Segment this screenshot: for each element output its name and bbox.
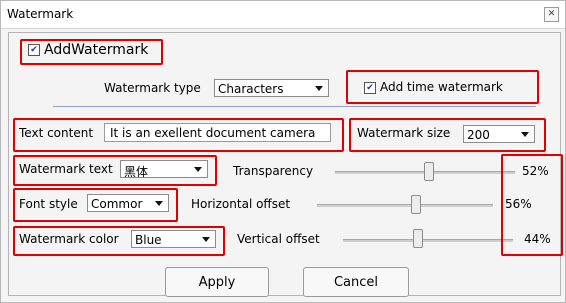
- watermark-color-select[interactable]: Blue: [131, 230, 216, 248]
- vertical-offset-label: Vertical offset: [237, 232, 320, 246]
- close-icon[interactable]: ✕: [544, 7, 559, 22]
- window-title: Watermark: [7, 7, 74, 21]
- horizontal-offset-label: Horizontal offset: [191, 197, 291, 211]
- watermark-type-select[interactable]: Characters: [214, 79, 329, 97]
- time-watermark-checkbox[interactable]: ✔: [364, 82, 376, 94]
- divider: [53, 106, 536, 107]
- horizontal-offset-thumb[interactable]: [410, 195, 421, 214]
- watermark-type-label: Watermark type: [104, 81, 201, 95]
- time-watermark-label: Add time watermark: [380, 80, 503, 94]
- watermark-text-value: 黑体: [124, 165, 149, 179]
- horizontal-offset-value: 56%: [505, 197, 532, 211]
- chevron-down-icon: [194, 167, 202, 172]
- font-style-select[interactable]: Commor: [87, 194, 169, 212]
- font-style-value: Commor: [91, 197, 143, 211]
- apply-button[interactable]: Apply: [165, 267, 269, 297]
- watermark-color-value: Blue: [135, 233, 162, 247]
- chevron-down-icon: [155, 201, 163, 206]
- watermark-dialog: Watermark ✕ ✔ AddWatermark Watermark typ…: [0, 0, 566, 303]
- watermark-color-label: Watermark color: [19, 232, 119, 246]
- transparency-thumb[interactable]: [423, 162, 434, 181]
- watermark-size-select[interactable]: 200: [463, 125, 535, 143]
- add-watermark-label: AddWatermark: [44, 42, 149, 58]
- vertical-offset-thumb[interactable]: [412, 229, 423, 248]
- chevron-down-icon: [521, 132, 529, 137]
- chevron-down-icon: [202, 237, 210, 242]
- text-content-label: Text content: [19, 126, 94, 140]
- watermark-text-label: Watermark text: [19, 162, 113, 176]
- add-watermark-checkbox[interactable]: ✔: [28, 44, 40, 56]
- watermark-size-label: Watermark size: [357, 126, 451, 140]
- transparency-value: 52%: [522, 164, 549, 178]
- title-bar: Watermark ✕: [1, 1, 565, 29]
- vertical-offset-track[interactable]: [343, 239, 513, 242]
- watermark-size-value: 200: [467, 128, 490, 142]
- cancel-button[interactable]: Cancel: [303, 267, 409, 297]
- text-content-input[interactable]: It is an exellent document camera: [104, 123, 331, 142]
- font-style-label: Font style: [19, 197, 78, 211]
- watermark-text-select[interactable]: 黑体: [120, 160, 208, 179]
- vertical-offset-value: 44%: [524, 232, 551, 246]
- watermark-type-value: Characters: [218, 82, 284, 96]
- horizontal-offset-track[interactable]: [317, 204, 493, 207]
- chevron-down-icon: [315, 86, 323, 91]
- transparency-label: Transparency: [233, 164, 314, 178]
- text-content-value: It is an exellent document camera: [110, 126, 316, 140]
